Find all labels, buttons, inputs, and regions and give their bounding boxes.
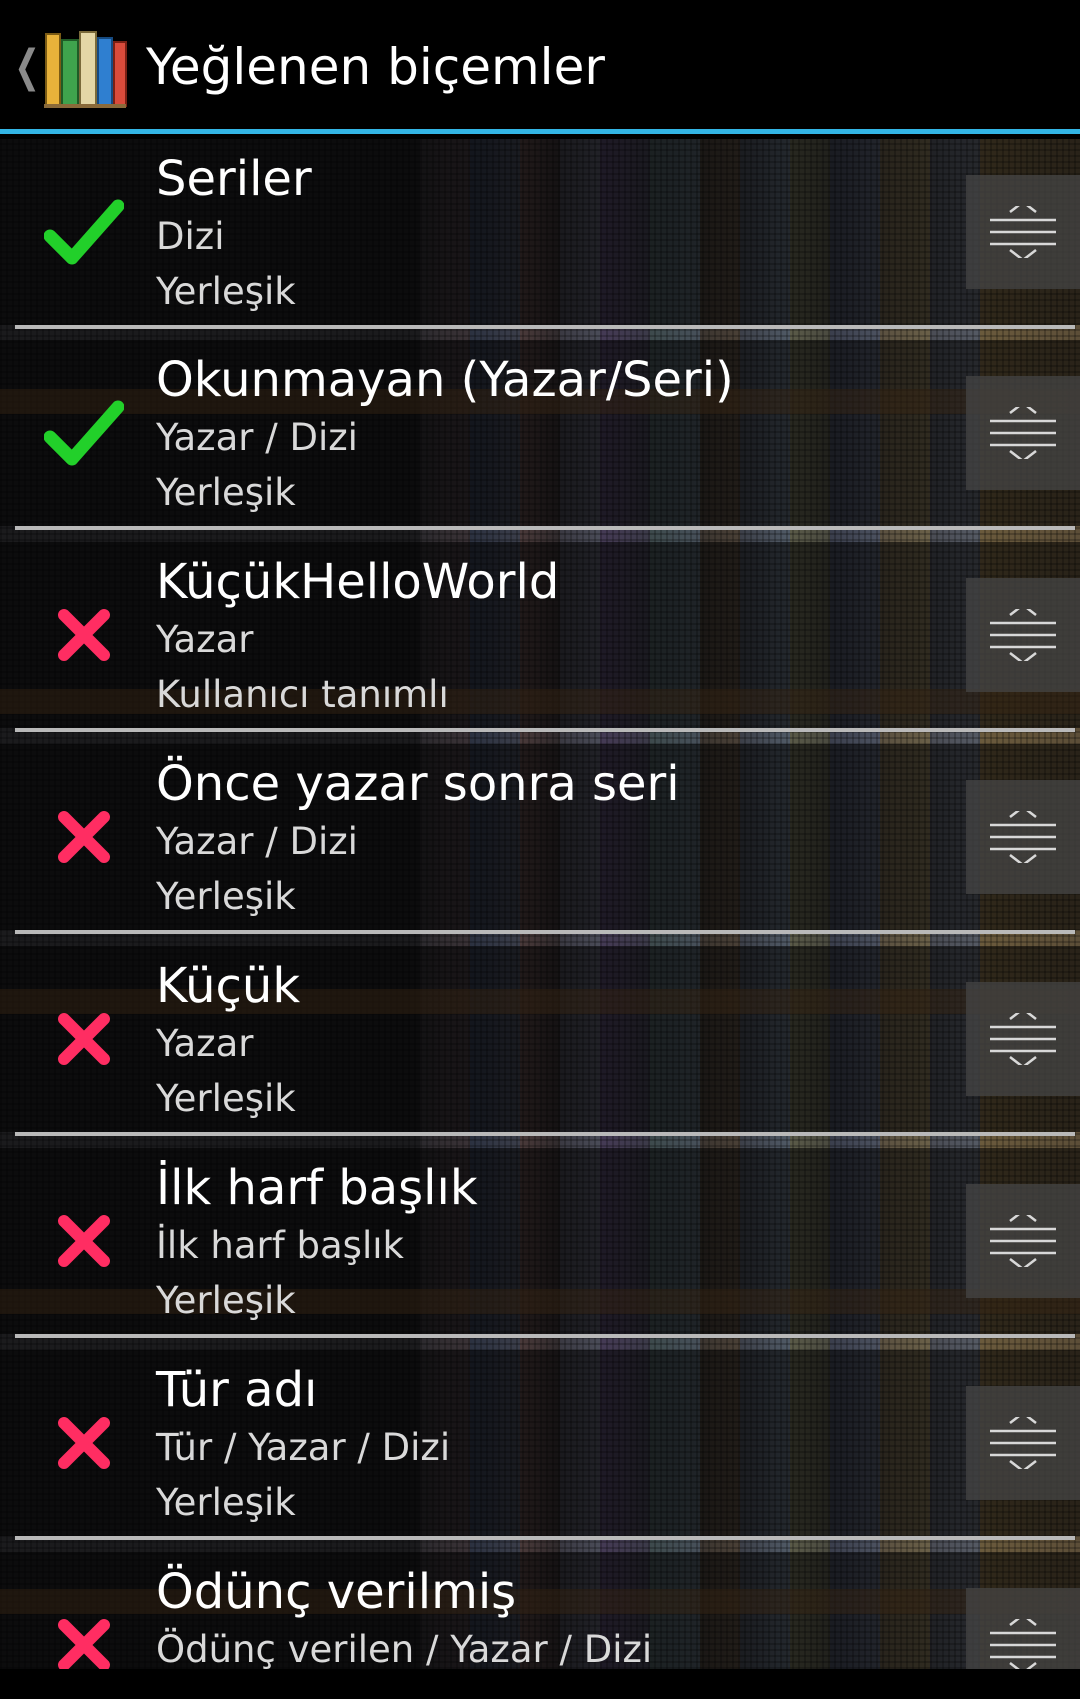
style-groups: Ödünç verilen / Yazar / Dizi [156, 1628, 653, 1669]
style-kind: Yerleşik [156, 1481, 296, 1524]
style-title: İlk harf başlık [156, 1160, 478, 1216]
style-groups: Yazar / Dizi [156, 416, 358, 459]
divider [15, 1132, 1075, 1136]
drag-handle-icon[interactable] [966, 982, 1080, 1096]
list-item[interactable]: Tür adı Tür / Yazar / Dizi Yerleşik [0, 1350, 1080, 1540]
drag-handle-icon[interactable] [966, 376, 1080, 490]
divider [15, 1334, 1075, 1338]
styles-list[interactable]: Seriler Dizi Yerleşik Okunmayan (Yazar/S… [0, 139, 1080, 1669]
screen: ❮ Yeğlenen biçemler Seriler Dizi Yerleşi… [0, 0, 1080, 1699]
divider [15, 325, 1075, 329]
cross-icon[interactable] [44, 1605, 124, 1669]
style-kind: Kullanıcı tanımlı [156, 673, 449, 716]
style-kind: Yerleşik [156, 270, 296, 313]
style-kind: Yerleşik [156, 1077, 296, 1120]
action-bar-underline [0, 129, 1080, 134]
style-groups: Dizi [156, 215, 225, 258]
divider [15, 728, 1075, 732]
list-item[interactable]: İlk harf başlık İlk harf başlık Yerleşik [0, 1148, 1080, 1338]
style-kind: Yerleşik [156, 1279, 296, 1322]
style-title: Seriler [156, 151, 312, 207]
list-item[interactable]: Önce yazar sonra seri Yazar / Dizi Yerle… [0, 744, 1080, 934]
cross-icon[interactable] [44, 1201, 124, 1281]
list-item[interactable]: Seriler Dizi Yerleşik [0, 139, 1080, 329]
style-title: Tür adı [156, 1362, 318, 1418]
action-bar: ❮ Yeğlenen biçemler [0, 0, 1080, 134]
bookshelf-app-icon[interactable] [42, 24, 128, 110]
screen-title: Yeğlenen biçemler [146, 38, 605, 96]
style-kind: Yerleşik [156, 875, 296, 918]
style-kind: Yerleşik [156, 471, 296, 514]
cross-icon[interactable] [44, 1403, 124, 1483]
list-item[interactable]: Küçük Yazar Yerleşik [0, 946, 1080, 1136]
drag-handle-icon[interactable] [966, 780, 1080, 894]
divider [15, 526, 1075, 530]
style-title: Küçük [156, 958, 301, 1014]
drag-handle-icon[interactable] [966, 1184, 1080, 1298]
divider [15, 1536, 1075, 1540]
style-title: Ödünç verilmiş [156, 1564, 517, 1620]
drag-handle-icon[interactable] [966, 1588, 1080, 1669]
style-title: Önce yazar sonra seri [156, 756, 680, 812]
style-groups: Yazar / Dizi [156, 820, 358, 863]
style-groups: Tür / Yazar / Dizi [156, 1426, 451, 1469]
drag-handle-icon[interactable] [966, 175, 1080, 289]
style-groups: Yazar [156, 618, 254, 661]
style-groups: Yazar [156, 1022, 254, 1065]
style-groups: İlk harf başlık [156, 1224, 404, 1267]
style-title: KüçükHelloWorld [156, 554, 560, 610]
cross-icon[interactable] [44, 999, 124, 1079]
list-item[interactable]: KüçükHelloWorld Yazar Kullanıcı tanımlı [0, 542, 1080, 732]
list-item[interactable]: Ödünç verilmiş Ödünç verilen / Yazar / D… [0, 1552, 1080, 1669]
style-title: Okunmayan (Yazar/Seri) [156, 352, 734, 408]
list-item[interactable]: Okunmayan (Yazar/Seri) Yazar / Dizi Yerl… [0, 340, 1080, 530]
bottom-edge [0, 1669, 1080, 1699]
drag-handle-icon[interactable] [966, 578, 1080, 692]
drag-handle-icon[interactable] [966, 1386, 1080, 1500]
divider [15, 930, 1075, 934]
cross-icon[interactable] [44, 797, 124, 877]
checkmark-icon[interactable] [44, 393, 124, 473]
checkmark-icon[interactable] [44, 192, 124, 272]
up-caret-icon[interactable]: ❮ [14, 45, 40, 89]
cross-icon[interactable] [44, 595, 124, 675]
